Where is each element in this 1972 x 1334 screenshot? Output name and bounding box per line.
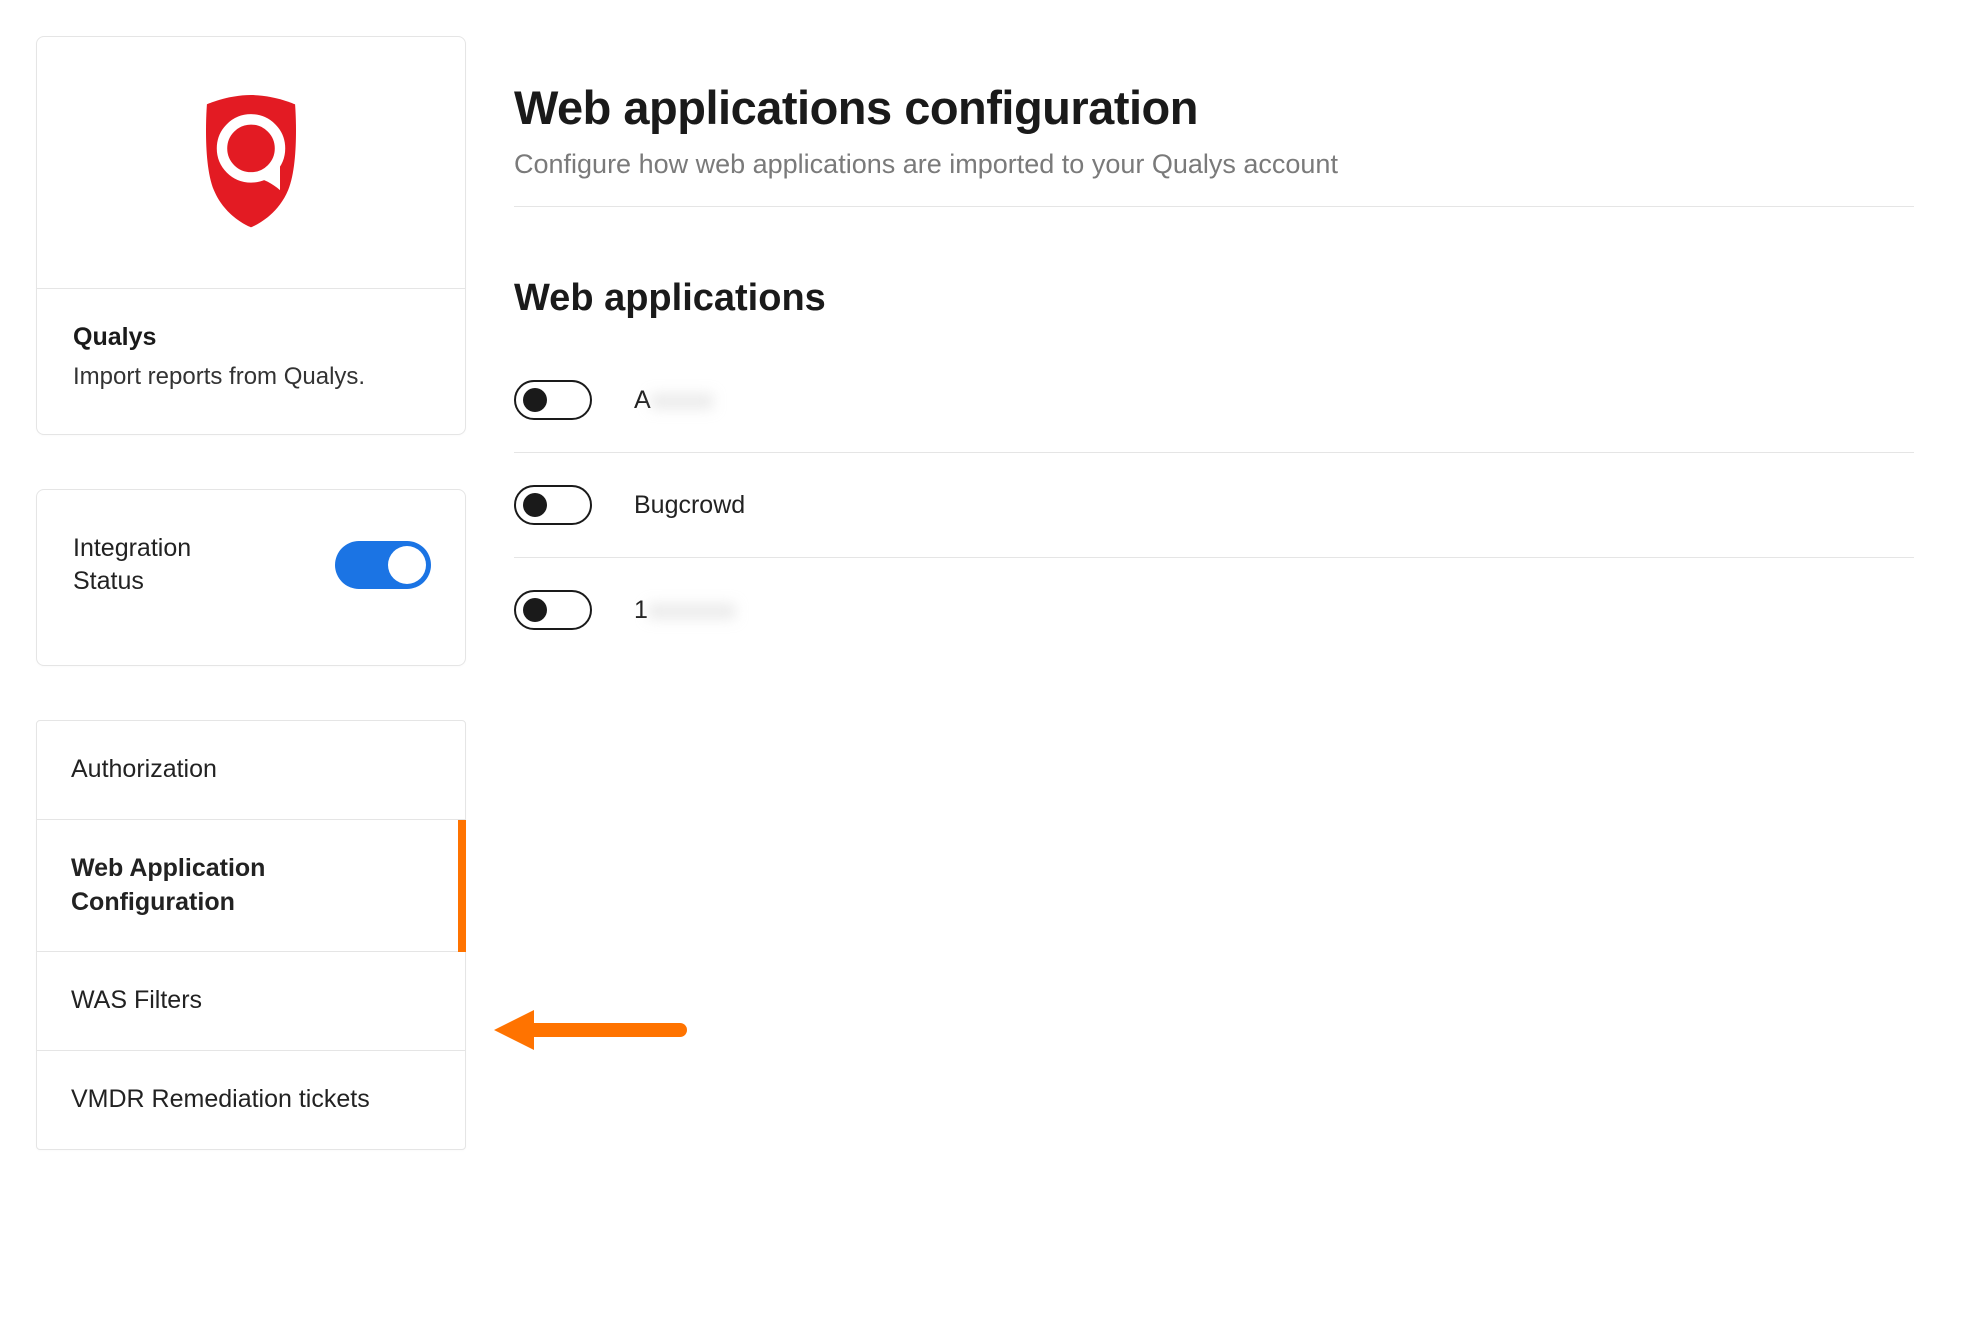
web-app-name-visible: A (634, 386, 651, 414)
web-app-list: Axxxxx Bugcrowd 1xxxxxxx (514, 380, 1914, 662)
page-subtitle: Configure how web applications are impor… (514, 149, 1914, 207)
web-app-name: Axxxxx (634, 386, 713, 415)
nav-item-authorization[interactable]: Authorization (37, 721, 465, 820)
integration-status-card: Integration Status (36, 489, 466, 667)
web-app-name-obscured: xxxxxxx (648, 596, 736, 624)
toggle-dot (523, 598, 547, 622)
web-app-name: 1xxxxxxx (634, 596, 735, 625)
toggle-dot (523, 388, 547, 412)
nav-item-label: VMDR Remediation tickets (71, 1085, 370, 1113)
web-app-name-visible: 1 (634, 596, 648, 624)
web-app-name: Bugcrowd (634, 491, 745, 520)
integration-description: Import reports from Qualys. (73, 360, 429, 394)
integration-summary-card: Qualys Import reports from Qualys. (36, 36, 466, 435)
integration-status-toggle[interactable] (335, 541, 431, 589)
web-app-row: Axxxxx (514, 380, 1914, 453)
nav-item-label: Authorization (71, 755, 217, 783)
web-app-row: Bugcrowd (514, 485, 1914, 558)
nav-item-vmdr-tickets[interactable]: VMDR Remediation tickets (37, 1051, 465, 1149)
qualys-logo-wrap (37, 37, 465, 289)
annotation-arrow-icon (490, 1000, 690, 1065)
integration-status-label: Integration Status (73, 532, 253, 600)
web-app-row: 1xxxxxxx (514, 590, 1914, 662)
main-content: Web applications configuration Configure… (514, 36, 1914, 694)
integration-title: Qualys (73, 323, 429, 352)
settings-nav: Authorization Web Application Configurat… (36, 720, 466, 1150)
page-root: Qualys Import reports from Qualys. Integ… (0, 0, 1972, 1150)
qualys-shield-icon (193, 90, 309, 235)
web-app-name-visible: Bugcrowd (634, 491, 745, 519)
nav-item-web-app-config[interactable]: Web Application Configuration (37, 820, 465, 953)
sidebar: Qualys Import reports from Qualys. Integ… (36, 36, 466, 1150)
web-app-toggle[interactable] (514, 485, 592, 525)
nav-item-label: WAS Filters (71, 986, 202, 1014)
web-app-name-obscured: xxxxx (651, 386, 714, 414)
toggle-knob (388, 546, 426, 584)
nav-item-label: Web Application Configuration (71, 854, 265, 916)
nav-item-was-filters[interactable]: WAS Filters (37, 952, 465, 1051)
web-app-toggle[interactable] (514, 380, 592, 420)
section-heading: Web applications (514, 277, 1914, 320)
page-title: Web applications configuration (514, 80, 1914, 135)
toggle-dot (523, 493, 547, 517)
web-app-toggle[interactable] (514, 590, 592, 630)
integration-info: Qualys Import reports from Qualys. (37, 289, 465, 434)
